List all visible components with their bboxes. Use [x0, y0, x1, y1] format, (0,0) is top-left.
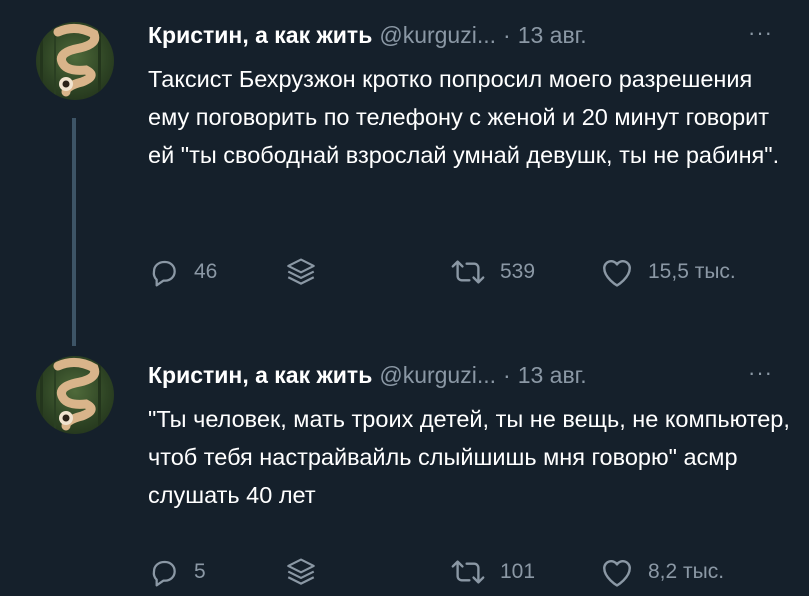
avatar[interactable]	[36, 22, 114, 100]
author-name[interactable]: Кристин, а как жить	[148, 22, 372, 49]
retweet-button[interactable]: 101	[450, 556, 535, 588]
reply-button[interactable]: 46	[148, 256, 217, 288]
tweet-text: "Ты человек, мать троих детей, ты не вещ…	[148, 406, 790, 508]
tweet-header: Кристин, а как жить @kurguzi... · 13 авг…	[148, 22, 587, 49]
tweet[interactable]: Кристин, а как жить @kurguzi... · 13 авг…	[0, 0, 809, 330]
author-handle[interactable]: @kurguzi...	[379, 22, 496, 49]
reply-count: 46	[194, 260, 218, 283]
share-button[interactable]	[284, 256, 318, 290]
separator-dot: ·	[503, 362, 511, 388]
tweet-date[interactable]: 13 авг.	[518, 22, 587, 49]
reply-icon	[152, 560, 176, 587]
share-icon	[287, 558, 315, 585]
retweet-icon	[451, 560, 485, 584]
separator-dot: ·	[503, 22, 511, 48]
like-count: 15,5 тыс.	[648, 260, 736, 283]
avatar-image	[40, 22, 101, 100]
more-icon[interactable]: ···	[748, 360, 773, 386]
author-name[interactable]: Кристин, а как жить	[148, 362, 372, 389]
retweet-count: 539	[500, 260, 536, 283]
heart-icon	[603, 560, 631, 587]
like-count: 8,2 тыс.	[648, 560, 725, 583]
avatar-image	[40, 356, 101, 434]
author-handle[interactable]: @kurguzi...	[379, 362, 496, 389]
tweet-header: Кристин, а как жить @kurguzi... · 13 авг…	[148, 362, 587, 389]
reply-icon	[152, 260, 176, 287]
tweet[interactable]: Кристин, а как жить @kurguzi... · 13 авг…	[0, 330, 809, 595]
retweet-button[interactable]: 539	[450, 256, 535, 288]
share-icon	[287, 258, 315, 285]
avatar[interactable]	[36, 356, 114, 434]
like-button[interactable]: 15,5 тыс.	[600, 256, 736, 288]
reply-count: 5	[194, 560, 206, 583]
more-icon[interactable]: ···	[748, 20, 773, 46]
share-button[interactable]	[284, 556, 318, 590]
reply-button[interactable]: 5	[148, 556, 206, 588]
tweet-date[interactable]: 13 авг.	[518, 362, 587, 389]
tweet-actions: 46 539 15,5 тыс.	[148, 256, 788, 296]
heart-icon	[603, 260, 631, 287]
tweet-actions: 5 101 8,2 тыс.	[148, 556, 788, 596]
retweet-icon	[451, 260, 485, 284]
tweet-text: Таксист Бехрузжон кротко попросил моего …	[148, 66, 780, 168]
like-button[interactable]: 8,2 тыс.	[600, 556, 724, 588]
retweet-count: 101	[500, 560, 536, 583]
